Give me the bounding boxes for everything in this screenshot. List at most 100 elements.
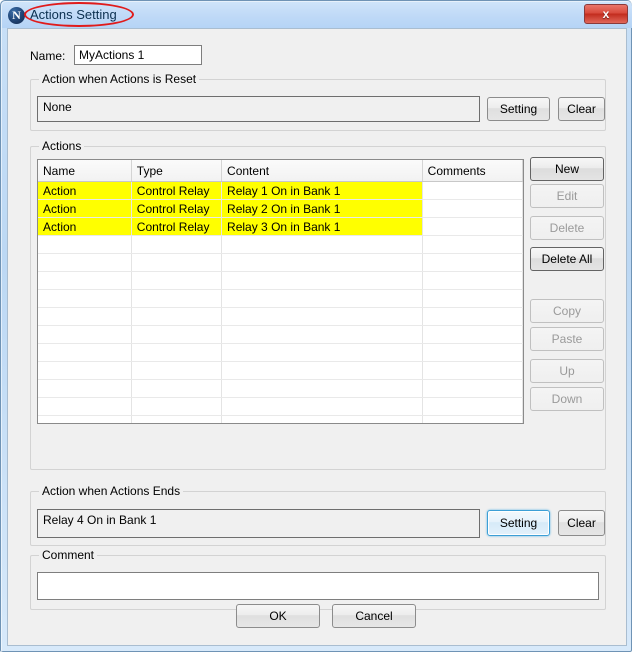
cell-type[interactable]: Control Relay <box>131 181 223 200</box>
close-window-button[interactable]: x <box>584 4 628 24</box>
table-row-empty[interactable] <box>38 253 523 272</box>
name-input[interactable] <box>74 45 202 65</box>
cell-empty[interactable] <box>38 379 132 398</box>
cell-empty[interactable] <box>422 379 523 398</box>
cell-empty[interactable] <box>221 253 423 272</box>
table-row-empty[interactable] <box>38 379 523 398</box>
cell-name[interactable]: Action <box>38 199 132 218</box>
column-header-name[interactable]: Name <box>38 160 132 182</box>
cell-empty[interactable] <box>38 415 132 423</box>
cell-name[interactable]: Action <box>38 217 132 236</box>
cell-content[interactable]: Relay 1 On in Bank 1 <box>221 181 423 200</box>
cell-empty[interactable] <box>221 343 423 362</box>
cell-type[interactable]: Control Relay <box>131 199 223 218</box>
cell-name[interactable]: Action <box>38 181 132 200</box>
cell-empty[interactable] <box>38 361 132 380</box>
reset-setting-button[interactable]: Setting <box>487 97 550 121</box>
delete-button: Delete <box>530 216 604 240</box>
table-row[interactable]: Action Control Relay Relay 1 On in Bank 1 <box>38 181 523 200</box>
dialog-window: N Actions Setting x Name: Action when Ac… <box>0 0 632 652</box>
cell-empty[interactable] <box>221 379 423 398</box>
down-button: Down <box>530 387 604 411</box>
cell-empty[interactable] <box>38 397 132 416</box>
cell-empty[interactable] <box>221 361 423 380</box>
cell-empty[interactable] <box>38 235 132 254</box>
edit-button: Edit <box>530 184 604 208</box>
column-header-content[interactable]: Content <box>221 160 423 182</box>
reset-clear-button[interactable]: Clear <box>558 97 605 121</box>
delete-all-button[interactable]: Delete All <box>530 247 604 271</box>
cell-empty[interactable] <box>422 415 523 423</box>
table-row-empty[interactable] <box>38 235 523 254</box>
cell-type[interactable]: Control Relay <box>131 217 223 236</box>
cell-empty[interactable] <box>131 397 223 416</box>
ends-action-value[interactable]: Relay 4 On in Bank 1 <box>37 509 480 538</box>
new-button[interactable]: New <box>530 157 604 181</box>
cell-empty[interactable] <box>221 235 423 254</box>
cell-empty[interactable] <box>131 307 223 326</box>
cell-empty[interactable] <box>422 289 523 308</box>
cell-content[interactable]: Relay 2 On in Bank 1 <box>221 199 423 218</box>
table-row-empty[interactable] <box>38 397 523 416</box>
app-logo-n-icon: N <box>8 7 25 24</box>
table-row[interactable]: Action Control Relay Relay 3 On in Bank 1 <box>38 217 523 236</box>
cell-empty[interactable] <box>38 289 132 308</box>
cell-empty[interactable] <box>38 253 132 272</box>
paste-button: Paste <box>530 327 604 351</box>
cell-empty[interactable] <box>221 397 423 416</box>
ends-action-group-title: Action when Actions Ends <box>39 484 184 498</box>
cell-empty[interactable] <box>38 307 132 326</box>
cell-empty[interactable] <box>422 271 523 290</box>
actions-table[interactable]: Name Type Content Comments Action Control… <box>37 159 524 424</box>
cell-comments[interactable] <box>422 217 523 236</box>
comment-group-title: Comment <box>39 548 98 562</box>
cell-empty[interactable] <box>422 253 523 272</box>
cell-empty[interactable] <box>422 397 523 416</box>
table-row-empty[interactable] <box>38 289 523 308</box>
ends-clear-button[interactable]: Clear <box>558 510 605 536</box>
cell-empty[interactable] <box>131 271 223 290</box>
cancel-button[interactable]: Cancel <box>332 604 416 628</box>
cell-empty[interactable] <box>221 415 423 423</box>
ends-setting-button[interactable]: Setting <box>487 510 550 536</box>
cell-empty[interactable] <box>38 343 132 362</box>
cell-empty[interactable] <box>131 379 223 398</box>
cell-comments[interactable] <box>422 181 523 200</box>
table-row-empty[interactable] <box>38 307 523 326</box>
title-bar: N Actions Setting x <box>2 2 632 28</box>
cell-empty[interactable] <box>131 289 223 308</box>
cell-empty[interactable] <box>131 235 223 254</box>
cell-empty[interactable] <box>422 325 523 344</box>
cell-empty[interactable] <box>221 325 423 344</box>
cell-empty[interactable] <box>221 289 423 308</box>
cell-empty[interactable] <box>131 415 223 423</box>
cell-empty[interactable] <box>221 307 423 326</box>
table-row-empty[interactable] <box>38 325 523 344</box>
column-header-type[interactable]: Type <box>131 160 223 182</box>
comment-input[interactable] <box>37 572 599 600</box>
reset-action-value[interactable]: None <box>37 96 480 122</box>
cell-empty[interactable] <box>422 235 523 254</box>
cell-comments[interactable] <box>422 199 523 218</box>
cell-empty[interactable] <box>131 325 223 344</box>
cell-empty[interactable] <box>422 307 523 326</box>
column-header-comments[interactable]: Comments <box>422 160 523 182</box>
reset-action-group-title: Action when Actions is Reset <box>39 72 200 86</box>
cell-empty[interactable] <box>38 271 132 290</box>
table-row-empty[interactable] <box>38 415 523 423</box>
table-row-empty[interactable] <box>38 343 523 362</box>
ok-button[interactable]: OK <box>236 604 320 628</box>
cell-content[interactable]: Relay 3 On in Bank 1 <box>221 217 423 236</box>
table-row-empty[interactable] <box>38 271 523 290</box>
dialog-client-area: Name: Action when Actions is Reset None … <box>7 28 627 646</box>
cell-empty[interactable] <box>131 253 223 272</box>
cell-empty[interactable] <box>422 343 523 362</box>
cell-empty[interactable] <box>422 361 523 380</box>
cell-empty[interactable] <box>38 325 132 344</box>
cell-empty[interactable] <box>131 361 223 380</box>
table-row-empty[interactable] <box>38 361 523 380</box>
cell-empty[interactable] <box>221 271 423 290</box>
table-header-row: Name Type Content Comments <box>38 160 523 182</box>
table-row[interactable]: Action Control Relay Relay 2 On in Bank 1 <box>38 199 523 218</box>
cell-empty[interactable] <box>131 343 223 362</box>
